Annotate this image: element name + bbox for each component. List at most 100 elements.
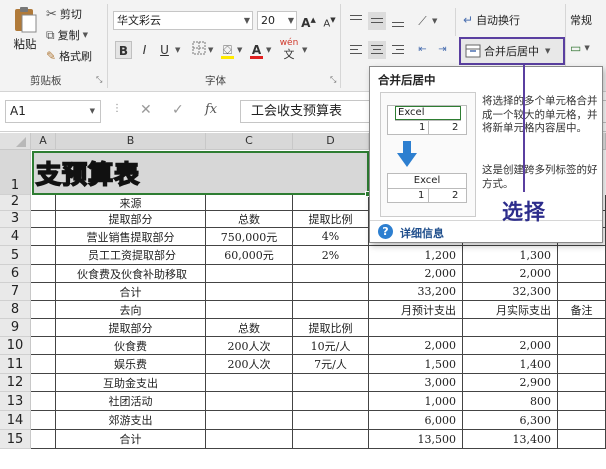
column-header-d[interactable]: D — [293, 133, 369, 150]
cut-button[interactable]: ✂ 剪切 — [46, 6, 82, 22]
cell-b14[interactable]: 郊游支出 — [56, 411, 206, 430]
cell-d7[interactable] — [293, 283, 369, 301]
cell-d8[interactable] — [293, 301, 369, 319]
chevron-down-icon[interactable]: ▼ — [237, 46, 242, 54]
cell-d6[interactable] — [293, 265, 369, 283]
cell-b13[interactable]: 社团活动 — [56, 392, 206, 411]
cell-d12[interactable] — [293, 374, 369, 392]
more-options-icon[interactable]: ⋮ — [112, 103, 122, 114]
chevron-down-icon[interactable]: ▼ — [432, 17, 437, 25]
row-header-11[interactable]: 11 — [0, 355, 31, 374]
row-header-2[interactable]: 2 — [0, 194, 31, 211]
cell-a5[interactable] — [31, 246, 56, 265]
cell-g15[interactable] — [558, 430, 606, 449]
cell-b15[interactable]: 合计 — [56, 430, 206, 449]
cell-e11[interactable]: 1,500 — [369, 355, 463, 374]
font-name-combo[interactable]: 华文彩云 ▼ — [113, 11, 253, 30]
cell-c6[interactable] — [206, 265, 293, 283]
align-right-button[interactable] — [389, 41, 407, 59]
cell-d4[interactable]: 4% — [293, 228, 369, 246]
cell-e12[interactable]: 3,000 — [369, 374, 463, 392]
cell-c13[interactable] — [206, 392, 293, 411]
cell-g12[interactable] — [558, 374, 606, 392]
number-format-combo[interactable]: 常规 — [570, 12, 592, 28]
align-left-button[interactable] — [347, 41, 365, 59]
cell-g7[interactable] — [558, 283, 606, 301]
cell-c4[interactable]: 750,000元 — [206, 228, 293, 246]
align-center-button[interactable] — [368, 41, 386, 59]
cell-b6[interactable]: 伙食费及伙食补助移取 — [56, 265, 206, 283]
name-box[interactable]: A1 ▼ — [5, 100, 101, 123]
row-header-6[interactable]: 6 — [0, 265, 31, 283]
cell-a2[interactable] — [31, 195, 56, 211]
cell-f8[interactable]: 月实际支出 — [463, 301, 558, 319]
align-middle-button[interactable] — [368, 12, 386, 30]
increase-indent-button[interactable]: ⇥ — [434, 41, 451, 59]
title-cell[interactable]: 支预算表 — [32, 151, 369, 195]
shrink-font-button[interactable]: A▼ — [321, 11, 338, 29]
cell-f15[interactable]: 13,400 — [463, 430, 558, 449]
cell-f10[interactable]: 2,000 — [463, 337, 558, 355]
more-info-link[interactable]: 详细信息 — [400, 225, 444, 241]
font-color-button[interactable]: A — [248, 41, 265, 59]
row-header-14[interactable]: 14 — [0, 411, 31, 430]
cell-f9[interactable] — [463, 319, 558, 337]
cell-c5[interactable]: 60,000元 — [206, 246, 293, 265]
cell-f14[interactable]: 6,300 — [463, 411, 558, 430]
cell-a15[interactable] — [31, 430, 56, 449]
launcher-icon[interactable]: ⤡ — [96, 75, 102, 85]
cell-d15[interactable] — [293, 430, 369, 449]
grow-font-button[interactable]: A▲ — [300, 11, 317, 30]
row-header-9[interactable]: 9 — [0, 319, 31, 337]
cell-a11[interactable] — [31, 355, 56, 374]
cell-c7[interactable] — [206, 283, 293, 301]
cell-c2[interactable] — [206, 195, 293, 211]
cell-c14[interactable] — [206, 411, 293, 430]
cell-g14[interactable] — [558, 411, 606, 430]
enter-icon[interactable]: ✓ — [172, 102, 184, 118]
row-header-15[interactable]: 15 — [0, 430, 31, 449]
row-header-7[interactable]: 7 — [0, 283, 31, 301]
row-header-1[interactable]: 1 — [0, 150, 31, 195]
cell-g11[interactable] — [558, 355, 606, 374]
cell-f11[interactable]: 1,400 — [463, 355, 558, 374]
help-icon[interactable]: ? — [378, 224, 393, 239]
row-header-10[interactable]: 10 — [0, 337, 31, 355]
row-header-3[interactable]: 3 — [0, 211, 31, 228]
cell-g6[interactable] — [558, 265, 606, 283]
cancel-icon[interactable]: ✕ — [140, 102, 152, 118]
cell-a13[interactable] — [31, 392, 56, 411]
cell-b5[interactable]: 员工工资提取部分 — [56, 246, 206, 265]
chevron-down-icon[interactable]: ▼ — [208, 46, 213, 54]
cell-c8[interactable] — [206, 301, 293, 319]
cell-d10[interactable]: 10元/人 — [293, 337, 369, 355]
chevron-down-icon[interactable]: ▼ — [302, 46, 307, 54]
row-header-13[interactable]: 13 — [0, 392, 31, 411]
phonetic-button[interactable]: wén 文 — [278, 38, 300, 62]
cell-d13[interactable] — [293, 392, 369, 411]
cell-d3[interactable]: 提取比例 — [293, 211, 369, 228]
fill-color-button[interactable]: ⛋ — [219, 41, 236, 59]
cell-b9[interactable]: 提取部分 — [56, 319, 206, 337]
cell-f6[interactable]: 2,000 — [463, 265, 558, 283]
cell-b7[interactable]: 合计 — [56, 283, 206, 301]
cell-b10[interactable]: 伙食费 — [56, 337, 206, 355]
cell-e5[interactable]: 1,200 — [369, 246, 463, 265]
border-button[interactable] — [190, 41, 207, 59]
font-size-combo[interactable]: 20 ▼ — [257, 11, 297, 30]
copy-button[interactable]: ⧉ 复制 ▼ — [46, 27, 88, 43]
cell-g9[interactable] — [558, 319, 606, 337]
cell-b8[interactable]: 去向 — [56, 301, 206, 319]
cell-d11[interactable]: 7元/人 — [293, 355, 369, 374]
wrap-text-button[interactable]: ↵ 自动换行 — [463, 12, 520, 28]
cell-a4[interactable] — [31, 228, 56, 246]
bold-button[interactable]: B — [115, 41, 132, 59]
merge-center-button[interactable]: 合并后居中 ▼ — [459, 37, 565, 65]
row-header-4[interactable]: 4 — [0, 228, 31, 246]
cell-a7[interactable] — [31, 283, 56, 301]
cell-f7[interactable]: 32,300 — [463, 283, 558, 301]
cell-d14[interactable] — [293, 411, 369, 430]
insert-function-icon[interactable]: fx — [205, 102, 217, 117]
cell-a8[interactable] — [31, 301, 56, 319]
cell-a10[interactable] — [31, 337, 56, 355]
